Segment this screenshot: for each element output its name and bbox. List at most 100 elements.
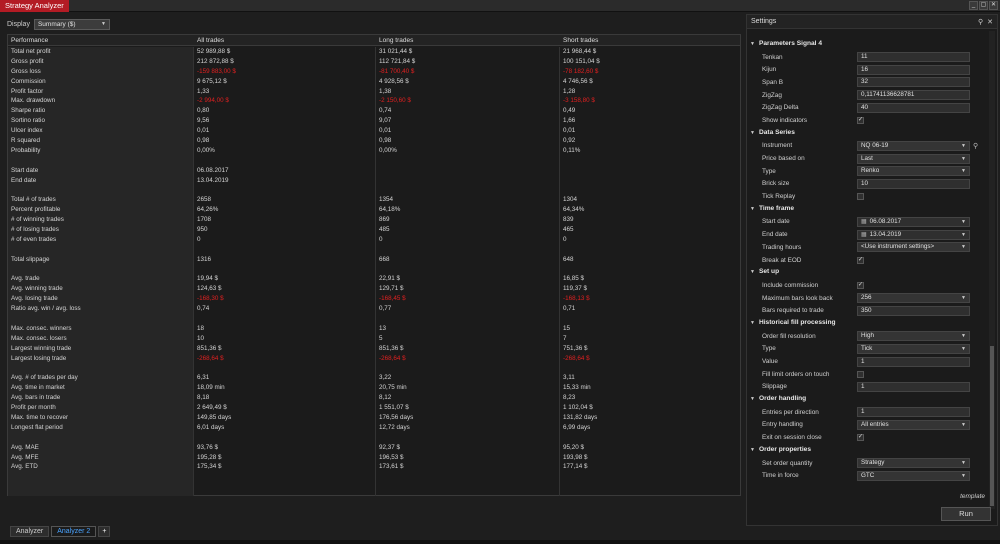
settings-title: Settings (751, 18, 777, 25)
property-value: 40 (861, 103, 869, 111)
cell-all-trades: 10 (197, 334, 205, 342)
property-input[interactable]: 1 (857, 381, 970, 392)
run-button[interactable]: Run (941, 507, 991, 521)
property-value-wrap: Tick (861, 345, 872, 353)
property-value: 350 (861, 306, 872, 314)
cell-short-trades: 465 (563, 226, 574, 234)
cell-all-trades: 2 649,49 $ (197, 404, 227, 412)
tab-analyzer[interactable]: Analyzer (10, 526, 50, 537)
property-label: Exit on session close (762, 434, 822, 442)
blank-row (8, 245, 193, 255)
header-short-trades[interactable]: Short trades (560, 35, 740, 45)
row-label: Largest winning trade (11, 344, 72, 352)
blank-row (194, 364, 375, 374)
template-link[interactable]: template (960, 493, 985, 500)
section-header[interactable]: ▼ Set up (747, 266, 987, 279)
search-icon[interactable]: ⚲ (973, 142, 978, 150)
property-dropdown[interactable]: GTC ▼ (857, 470, 970, 481)
property-input[interactable]: 11 (857, 52, 970, 63)
collapse-arrow-icon[interactable]: ▼ (750, 447, 755, 453)
header-performance[interactable]: Performance (8, 35, 194, 45)
property-dropdown[interactable]: Strategy ▼ (857, 458, 970, 469)
property-checkbox[interactable]: ✓ (857, 256, 864, 264)
row-label: Max. drawdown (11, 97, 56, 105)
property-checkbox[interactable] (857, 193, 864, 201)
cell-long-trades: 869 (379, 216, 390, 224)
collapse-arrow-icon[interactable]: ▼ (750, 41, 755, 47)
section-header[interactable]: ▼ Data Series (747, 127, 987, 140)
cell-long-trades: -268,64 $ (379, 354, 406, 362)
cell-all-trades: 18 (197, 324, 205, 332)
property-value: 11 (861, 53, 868, 61)
property-value: NQ 06-19 (861, 141, 889, 149)
section-header[interactable]: ▼ Parameters Signal 4 (747, 38, 987, 51)
cell-long-trades: 0,77 (379, 305, 392, 313)
header-all-trades[interactable]: All trades (194, 35, 376, 45)
row-label: Avg. winning trade (11, 285, 63, 293)
cell-all-trades: -268,64 $ (197, 354, 224, 362)
property-input[interactable]: 0,11741136628781 (857, 90, 970, 101)
property-row: Price based on Last ▼ (747, 152, 987, 165)
section-title: Order handling (758, 395, 807, 403)
property-input[interactable]: 32 (857, 77, 970, 88)
property-dropdown[interactable]: <Use instrument settings> ▼ (857, 242, 970, 253)
add-tab-button[interactable]: + (98, 526, 111, 537)
property-dropdown[interactable]: NQ 06-19 ▼ (857, 140, 970, 151)
section-header[interactable]: ▼ Time frame (747, 203, 987, 216)
cell-short-trades: 4 746,56 $ (563, 77, 593, 85)
maximize-button[interactable]: ▢ (979, 1, 988, 10)
close-icon[interactable]: ✕ (987, 18, 993, 26)
property-input[interactable]: 16 (857, 64, 970, 75)
property-checkbox[interactable]: ✓ (857, 116, 864, 124)
property-label: Span B (762, 78, 783, 86)
property-checkbox[interactable]: ✓ (857, 434, 864, 442)
cell-long-trades: 4 928,56 $ (379, 77, 409, 85)
header-long-trades[interactable]: Long trades (376, 35, 560, 45)
property-input[interactable]: 350 (857, 305, 970, 316)
property-dropdown[interactable]: Tick ▼ (857, 343, 970, 354)
property-input[interactable]: 40 (857, 102, 970, 113)
pin-icon[interactable]: ⚲ (978, 18, 983, 26)
column-all-trades: 52 989,88 $ 212 872,88 $ -159 883,00 $ 9 67… (194, 47, 376, 496)
cell-short-trades: 0,01 (563, 127, 576, 135)
property-dropdown[interactable]: Renko ▼ (857, 166, 970, 177)
property-checkbox[interactable] (857, 370, 864, 378)
collapse-arrow-icon[interactable]: ▼ (750, 396, 755, 402)
row-label: Total slippage (11, 255, 50, 263)
section-header[interactable]: ▼ Historical fill processing (747, 317, 987, 330)
property-input[interactable]: 10 (857, 178, 970, 189)
property-row: Include commission ✓ (747, 279, 987, 292)
cell-long-trades: -2 150,60 $ (379, 97, 411, 105)
property-dropdown[interactable]: High ▼ (857, 331, 970, 342)
blank-row (8, 265, 193, 275)
close-button[interactable]: ✕ (989, 1, 998, 10)
property-label: Price based on (762, 155, 805, 163)
property-checkbox[interactable]: ✓ (857, 281, 864, 289)
property-date-picker[interactable]: ▦ 13.04.2019 ▼ (857, 229, 970, 240)
property-dropdown[interactable]: All entries ▼ (857, 419, 970, 430)
section-header[interactable]: ▼ Order handling (747, 393, 987, 406)
settings-scrollbar[interactable] (989, 31, 995, 509)
minimize-button[interactable]: _ (969, 1, 978, 10)
cell-short-trades: 177,14 $ (563, 463, 588, 471)
tab-analyzer-2[interactable]: Analyzer 2 (51, 526, 97, 537)
collapse-arrow-icon[interactable]: ▼ (750, 269, 755, 275)
cell-long-trades: 20,75 min (379, 384, 407, 392)
property-date-picker[interactable]: ▦ 06.08.2017 ▼ (857, 216, 970, 227)
property-row: Trading hours <Use instrument settings> ▼ (747, 241, 987, 254)
property-input[interactable]: 1 (857, 407, 970, 418)
display-select[interactable]: Summary ($) ▼ (33, 18, 110, 30)
cell-all-trades: 13.04.2019 (197, 176, 229, 184)
collapse-arrow-icon[interactable]: ▼ (750, 206, 755, 212)
cell-long-trades: 1354 (379, 196, 394, 204)
property-dropdown[interactable]: Last ▼ (857, 153, 970, 164)
scrollbar-thumb[interactable] (990, 346, 994, 506)
section-header[interactable]: ▼ Order properties (747, 444, 987, 457)
property-dropdown[interactable]: 256 ▼ (857, 293, 970, 304)
cell-long-trades: 1 551,07 $ (379, 404, 409, 412)
cell-long-trades: 92,37 $ (379, 443, 401, 451)
section-title: Parameters Signal 4 (758, 40, 822, 47)
property-input[interactable]: 1 (857, 356, 970, 367)
collapse-arrow-icon[interactable]: ▼ (750, 130, 755, 136)
collapse-arrow-icon[interactable]: ▼ (750, 320, 755, 326)
